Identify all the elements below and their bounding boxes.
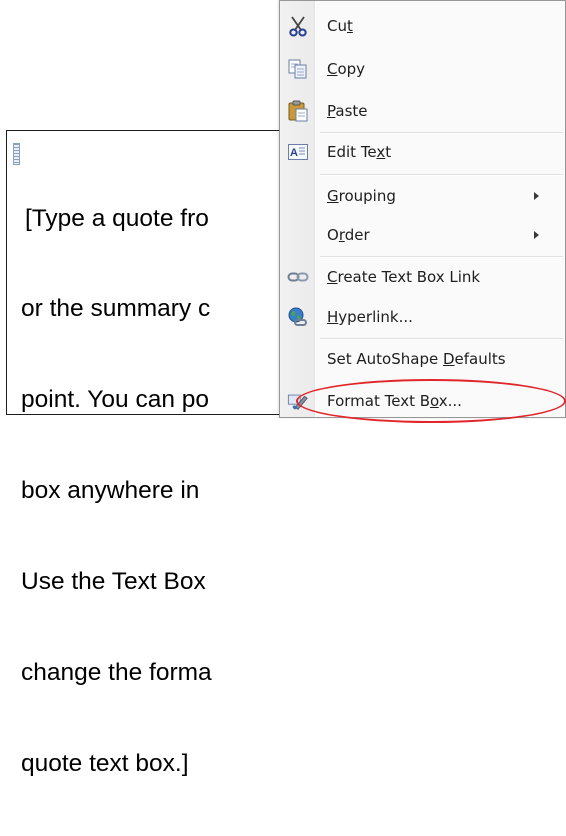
hyperlink-globe-icon xyxy=(287,306,309,328)
text-box-line: change the forma xyxy=(21,659,212,687)
submenu-arrow-icon xyxy=(534,192,539,200)
highlight-ellipse-annotation xyxy=(296,379,566,423)
menu-item-grouping[interactable]: Grouping xyxy=(280,182,565,210)
text-box-line: or the summary c xyxy=(21,295,211,323)
text-box-line: quote text box.] xyxy=(21,749,189,777)
menu-item-label: Edit Text xyxy=(327,143,392,161)
menu-item-label: Order xyxy=(327,226,370,244)
menu-item-label: Cut xyxy=(327,17,353,35)
link-icon xyxy=(287,266,309,288)
paste-icon xyxy=(287,100,309,122)
text-box-line: point. You can po xyxy=(21,386,210,414)
menu-separator xyxy=(320,132,563,134)
menu-item-cut[interactable]: Cut xyxy=(280,13,565,39)
text-box-line: Use the Text Box xyxy=(21,568,206,596)
submenu-arrow-icon xyxy=(534,231,539,239)
text-box-move-handle-icon[interactable] xyxy=(13,143,20,165)
menu-item-create-text-box-link[interactable]: Create Text Box Link xyxy=(280,263,565,291)
menu-item-hyperlink[interactable]: Hyperlink... xyxy=(280,303,565,331)
menu-item-paste[interactable]: Paste xyxy=(280,97,565,125)
menu-item-copy[interactable]: Copy xyxy=(280,55,565,83)
menu-item-order[interactable]: Order xyxy=(280,221,565,249)
edit-text-icon: A xyxy=(287,141,309,163)
menu-item-label: Grouping xyxy=(327,187,396,205)
scissors-icon xyxy=(287,15,309,37)
svg-text:A: A xyxy=(290,147,298,159)
menu-item-label: Paste xyxy=(327,102,368,120)
context-menu: Cut Copy Paste A Edit Text Grouping Orde… xyxy=(279,0,566,418)
text-box-line: [Type a quote fro xyxy=(25,204,209,232)
menu-item-set-autoshape-defaults[interactable]: Set AutoShape Defaults xyxy=(280,345,565,373)
menu-separator xyxy=(320,256,563,258)
copy-icon xyxy=(287,58,309,80)
menu-item-edit-text[interactable]: A Edit Text xyxy=(280,138,565,166)
menu-separator xyxy=(320,174,563,176)
quote-text-box[interactable]: [Type a quote fro or the summary c point… xyxy=(6,130,306,777)
menu-item-label: Create Text Box Link xyxy=(327,268,481,286)
quote-text-box-content[interactable]: [Type a quote fro or the summary c point… xyxy=(21,143,212,836)
text-box-line: box anywhere in xyxy=(21,477,200,505)
menu-item-label: Set AutoShape Defaults xyxy=(327,350,506,368)
menu-separator xyxy=(320,338,563,340)
menu-item-label: Copy xyxy=(327,60,366,78)
menu-item-label: Hyperlink... xyxy=(327,308,413,326)
